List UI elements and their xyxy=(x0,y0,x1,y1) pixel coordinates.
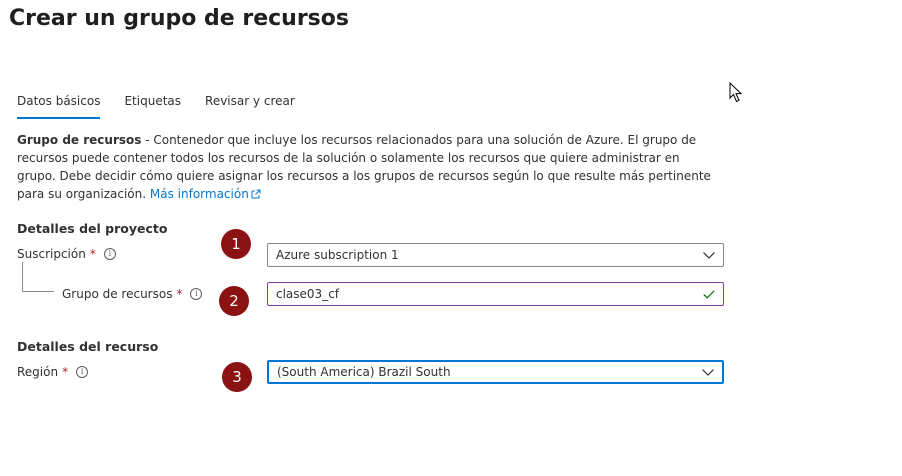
resource-details-heading: Detalles del recurso xyxy=(17,339,159,354)
tab-etiquetas[interactable]: Etiquetas xyxy=(124,93,181,118)
step-badge-1: 1 xyxy=(221,229,251,259)
tree-connector-horizontal xyxy=(22,291,54,292)
more-info-link[interactable]: Más información xyxy=(150,187,261,201)
tab-datos-basicos[interactable]: Datos básicos xyxy=(17,93,101,119)
region-label-text: Región xyxy=(17,365,59,379)
more-options-button[interactable]: ··· xyxy=(331,12,345,26)
checkmark-icon xyxy=(695,289,723,299)
tree-connector xyxy=(22,262,23,292)
subscription-dropdown[interactable]: Azure subscription 1 xyxy=(267,243,724,267)
resource-group-label-text: Grupo de recursos xyxy=(62,287,173,301)
required-mark: * xyxy=(62,365,69,379)
tab-bar: Datos básicos Etiquetas Revisar y crear xyxy=(17,93,319,119)
step-badge-3: 3 xyxy=(222,362,252,392)
chevron-down-icon xyxy=(695,251,723,259)
required-mark: * xyxy=(176,287,183,301)
external-link-icon xyxy=(251,189,261,199)
region-value: (South America) Brazil South xyxy=(277,365,451,379)
required-mark: * xyxy=(89,247,96,261)
resource-group-input[interactable]: clase03_cf xyxy=(267,282,724,306)
project-details-heading: Detalles del proyecto xyxy=(17,221,168,236)
more-info-link-label: Más información xyxy=(149,187,249,201)
subscription-value: Azure subscription 1 xyxy=(276,248,399,262)
info-icon[interactable]: i xyxy=(76,366,89,378)
resource-group-label: Grupo de recursos * i xyxy=(62,287,203,301)
subscription-label: Suscripción * i xyxy=(17,247,116,261)
page-title: Crear un grupo de recursos xyxy=(9,6,349,31)
info-icon[interactable]: i xyxy=(103,248,116,260)
chevron-down-icon xyxy=(694,368,722,376)
info-icon[interactable]: i xyxy=(190,288,203,300)
step-badge-2: 2 xyxy=(219,286,249,316)
subscription-label-text: Suscripción xyxy=(17,247,86,261)
region-label: Región * i xyxy=(17,365,89,379)
tab-revisar-y-crear[interactable]: Revisar y crear xyxy=(205,93,295,118)
description-term: Grupo de recursos xyxy=(17,133,142,147)
region-dropdown[interactable]: (South America) Brazil South xyxy=(267,360,724,384)
description-text: Grupo de recursos - Contenedor que inclu… xyxy=(17,131,717,203)
resource-group-value: clase03_cf xyxy=(276,287,340,301)
mouse-cursor-icon xyxy=(729,82,743,103)
